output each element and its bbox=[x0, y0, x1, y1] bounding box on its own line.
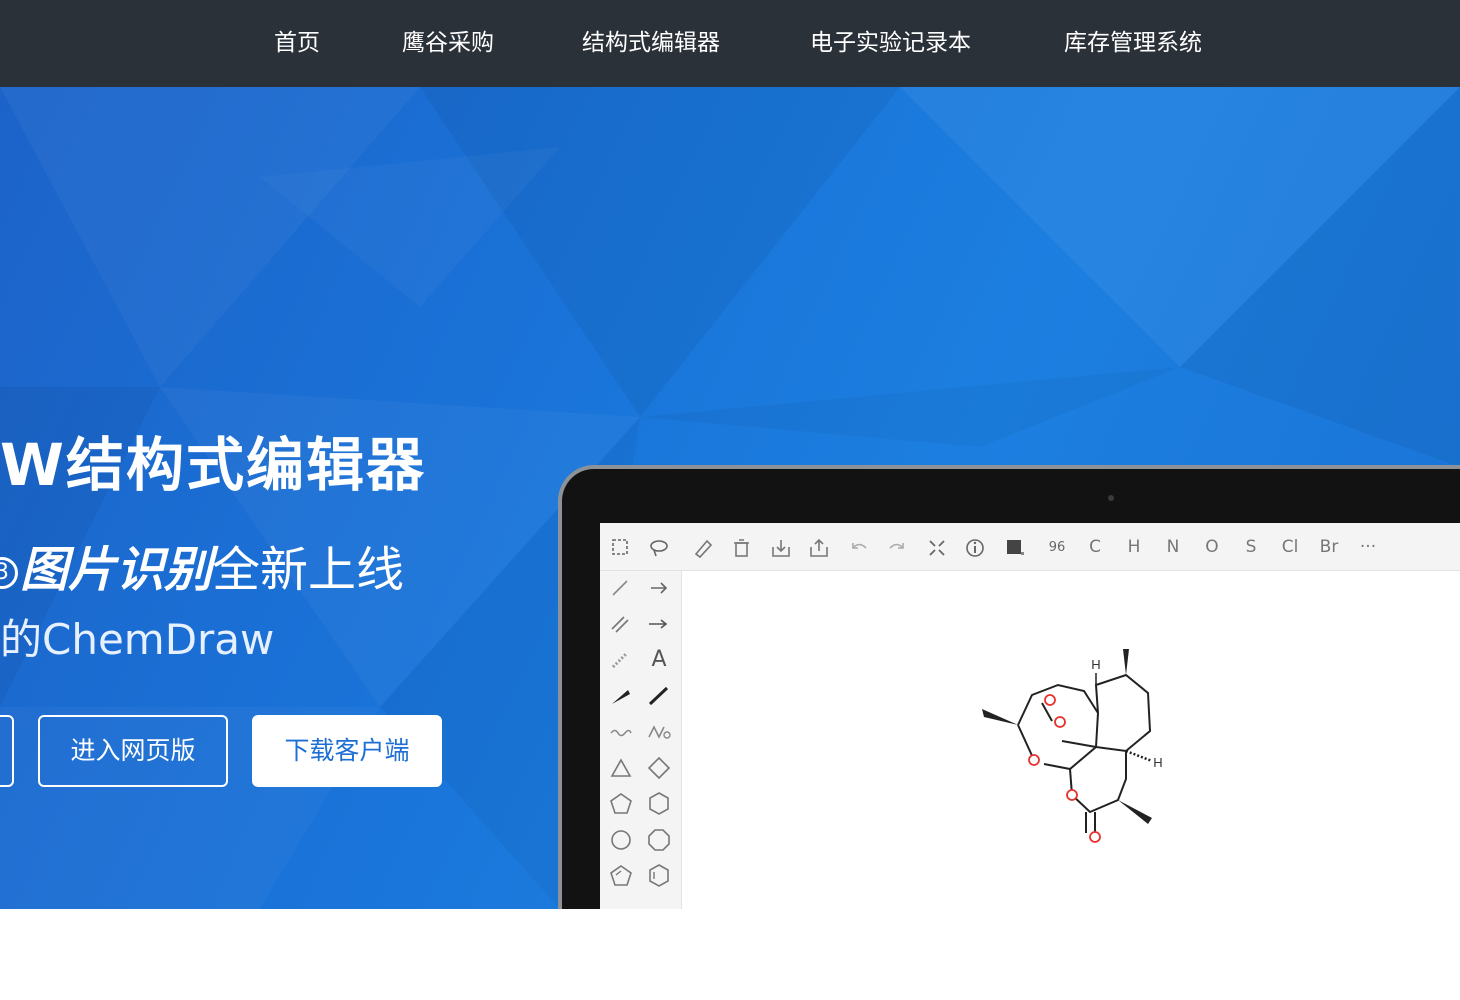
benzene-pentagon-icon[interactable] bbox=[608, 863, 634, 889]
wedge-bond-icon[interactable] bbox=[608, 683, 634, 709]
element-hydrogen[interactable]: H bbox=[1121, 535, 1147, 559]
wavy-bond-icon[interactable] bbox=[608, 719, 634, 745]
double-bond-icon[interactable] bbox=[608, 611, 634, 637]
lasso-icon[interactable] bbox=[648, 537, 670, 559]
circled-number: 3 bbox=[0, 557, 18, 589]
nav-procurement[interactable]: 鹰谷采购 bbox=[402, 26, 494, 60]
cyclohexane-icon[interactable] bbox=[646, 791, 672, 817]
editor-toolbar: 96 C H N O S Cl Br ··· bbox=[600, 523, 1460, 571]
cyclopropane-icon[interactable] bbox=[608, 755, 634, 781]
drawing-canvas[interactable]: H H bbox=[682, 571, 1460, 909]
top-navigation: 首页 鹰谷采购 结构式编辑器 电子实验记录本 库存管理系统 bbox=[0, 0, 1460, 87]
cyclooctane-icon[interactable] bbox=[646, 827, 672, 853]
hero-banner: W结构式编辑器 3 图片识别全新上线 的ChemDraw 进入网页版 下载客户端 … bbox=[0, 87, 1460, 909]
editor-sidebar: A bbox=[600, 571, 682, 909]
nav-inventory-clip: 库存管理系统 bbox=[1064, 0, 1202, 87]
element-sulfur[interactable]: S bbox=[1238, 535, 1264, 559]
text-tool-icon[interactable]: A bbox=[646, 647, 672, 673]
nav-eln[interactable]: 电子实验记录本 bbox=[810, 26, 971, 60]
element-carbon[interactable]: C bbox=[1082, 535, 1108, 559]
undo-icon[interactable] bbox=[848, 537, 870, 559]
molecule-structure: H H bbox=[982, 649, 1163, 843]
cyclopentane-icon[interactable] bbox=[608, 791, 634, 817]
color-fill-icon[interactable] bbox=[1004, 537, 1026, 559]
toolbar-number[interactable]: 96 bbox=[1040, 537, 1074, 559]
nav-inventory[interactable]: 库存管理系统 bbox=[1064, 26, 1202, 60]
hero-subtitle-rest: 全新上线 bbox=[212, 542, 405, 598]
element-oxygen[interactable]: O bbox=[1199, 535, 1225, 559]
single-bond-icon[interactable] bbox=[608, 575, 634, 601]
arrow-icon[interactable] bbox=[646, 611, 672, 637]
hero-title: W结构式编辑器 bbox=[0, 431, 426, 499]
partial-button[interactable] bbox=[0, 715, 14, 787]
export-icon[interactable] bbox=[808, 537, 830, 559]
info-icon[interactable] bbox=[964, 537, 986, 559]
fit-screen-icon[interactable] bbox=[926, 537, 948, 559]
select-icon[interactable] bbox=[610, 537, 632, 559]
element-bromine[interactable]: Br bbox=[1316, 535, 1342, 559]
enter-web-version-button[interactable]: 进入网页版 bbox=[38, 715, 228, 787]
camera-dot bbox=[1108, 495, 1114, 501]
benzene-icon[interactable] bbox=[646, 863, 672, 889]
cycloheptane-icon[interactable] bbox=[608, 827, 634, 853]
element-nitrogen[interactable]: N bbox=[1160, 535, 1186, 559]
import-icon[interactable] bbox=[770, 537, 792, 559]
laptop-mockup: 96 C H N O S Cl Br ··· A H H bbox=[558, 465, 1460, 909]
hero-subtitle-bold: 图片识别 bbox=[20, 542, 213, 598]
chain-icon[interactable] bbox=[646, 719, 672, 745]
download-client-button[interactable]: 下载客户端 bbox=[252, 715, 442, 787]
eraser-icon[interactable] bbox=[692, 537, 714, 559]
hydrogen-label-2: H bbox=[1153, 755, 1162, 770]
hashed-bond-icon[interactable] bbox=[608, 647, 634, 673]
reaction-arrow-icon[interactable] bbox=[646, 575, 672, 601]
hydrogen-label-1: H bbox=[1091, 657, 1100, 672]
delete-icon[interactable] bbox=[730, 537, 752, 559]
cyclobutane-icon[interactable] bbox=[646, 755, 672, 781]
editor-screen: 96 C H N O S Cl Br ··· A H H bbox=[600, 523, 1460, 909]
more-elements-button[interactable]: ··· bbox=[1355, 535, 1381, 559]
hero-subtitle: 3 图片识别全新上线 bbox=[0, 537, 480, 603]
bold-bond-icon[interactable] bbox=[646, 683, 672, 709]
element-chlorine[interactable]: Cl bbox=[1277, 535, 1303, 559]
nav-home[interactable]: 首页 bbox=[274, 26, 320, 60]
nav-structure-editor[interactable]: 结构式编辑器 bbox=[582, 26, 720, 60]
hero-subtitle-secondary: 的ChemDraw bbox=[0, 615, 275, 664]
redo-icon[interactable] bbox=[886, 537, 908, 559]
